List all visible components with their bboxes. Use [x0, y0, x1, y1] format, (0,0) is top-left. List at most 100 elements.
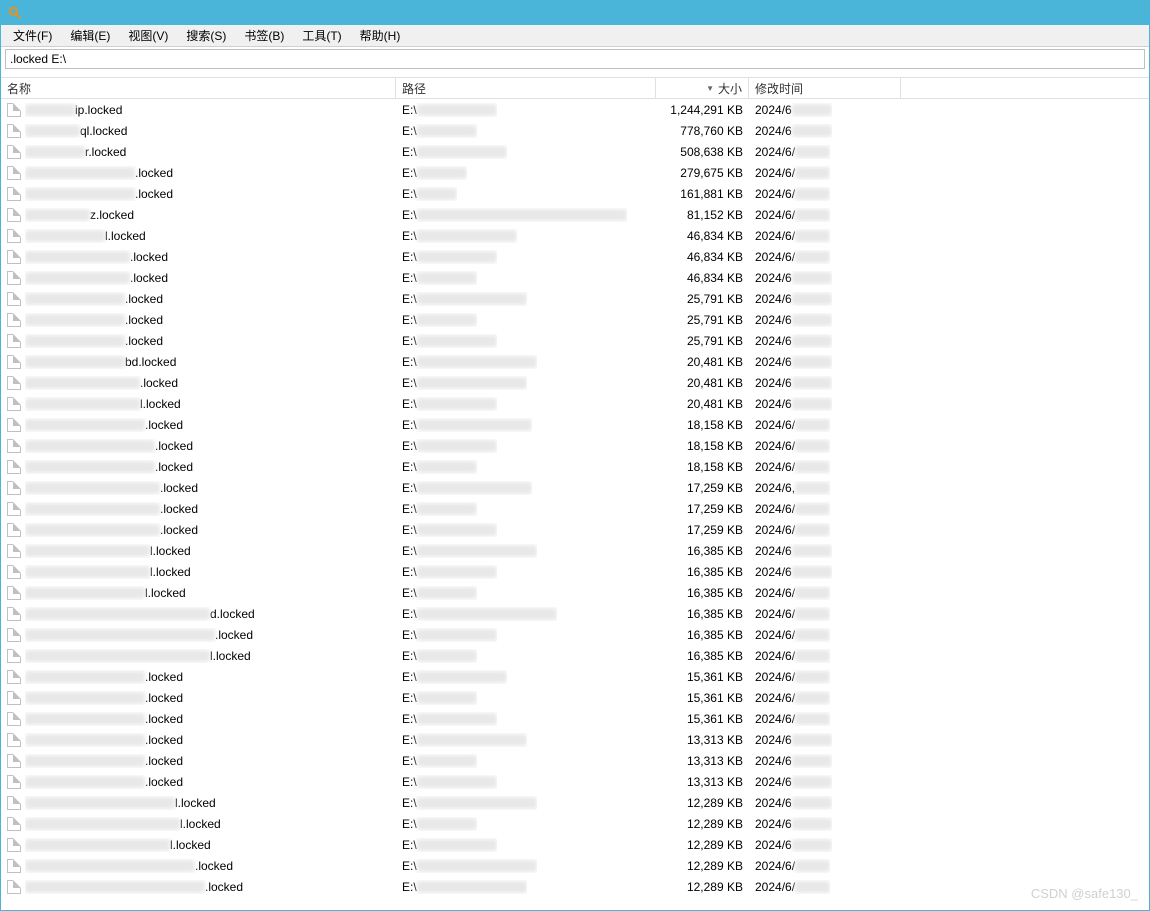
- cell-name: .locked: [1, 729, 396, 750]
- redacted-name: [25, 104, 75, 116]
- table-row[interactable]: .lockedE:\18,158 KB2024/6/: [1, 456, 1149, 477]
- table-row[interactable]: .lockedE:\46,834 KB2024/6/: [1, 246, 1149, 267]
- cell-size: 16,385 KB: [656, 561, 749, 582]
- menu-help[interactable]: 帮助(H): [352, 25, 409, 46]
- filename-suffix: .locked: [140, 376, 178, 390]
- path-prefix: E:\: [402, 124, 417, 138]
- redacted-date: [795, 440, 830, 452]
- search-input[interactable]: [10, 52, 1140, 66]
- table-row[interactable]: .lockedE:\15,361 KB2024/6/: [1, 666, 1149, 687]
- redacted-name: [25, 692, 145, 704]
- redacted-path: [417, 755, 477, 767]
- redacted-path: [417, 293, 527, 305]
- table-row[interactable]: .lockedE:\25,791 KB2024/6: [1, 288, 1149, 309]
- menu-view[interactable]: 视图(V): [120, 25, 176, 46]
- menu-edit[interactable]: 编辑(E): [62, 25, 118, 46]
- table-row[interactable]: .lockedE:\25,791 KB2024/6: [1, 309, 1149, 330]
- cell-size: 18,158 KB: [656, 456, 749, 477]
- table-row[interactable]: l.lockedE:\46,834 KB2024/6/: [1, 225, 1149, 246]
- redacted-name: [25, 503, 160, 515]
- table-row[interactable]: .lockedE:\161,881 KB2024/6/: [1, 183, 1149, 204]
- results-list[interactable]: ip.lockedE:\1,244,291 KB2024/6ql.lockedE…: [1, 99, 1149, 910]
- path-prefix: E:\: [402, 460, 417, 474]
- menu-bookmarks[interactable]: 书签(B): [236, 25, 292, 46]
- path-prefix: E:\: [402, 376, 417, 390]
- filename-suffix: l.locked: [140, 397, 181, 411]
- path-prefix: E:\: [402, 481, 417, 495]
- cell-path: E:\: [396, 771, 656, 792]
- redacted-path: [417, 230, 517, 242]
- table-row[interactable]: l.lockedE:\16,385 KB2024/6: [1, 561, 1149, 582]
- column-header-date[interactable]: 修改时间: [749, 78, 901, 98]
- table-row[interactable]: .lockedE:\12,289 KB2024/6/: [1, 876, 1149, 897]
- search-bar[interactable]: [5, 49, 1145, 69]
- cell-path: E:\: [396, 645, 656, 666]
- table-row[interactable]: ip.lockedE:\1,244,291 KB2024/6: [1, 99, 1149, 120]
- column-header-size[interactable]: ▼ 大小: [656, 78, 749, 98]
- cell-path: E:\: [396, 435, 656, 456]
- table-row[interactable]: l.lockedE:\12,289 KB2024/6: [1, 813, 1149, 834]
- table-row[interactable]: bd.lockedE:\20,481 KB2024/6: [1, 351, 1149, 372]
- cell-date: 2024/6/: [749, 519, 901, 540]
- cell-date: 2024/6/: [749, 708, 901, 729]
- titlebar[interactable]: [1, 1, 1149, 25]
- table-row[interactable]: .lockedE:\13,313 KB2024/6: [1, 771, 1149, 792]
- cell-size: 20,481 KB: [656, 372, 749, 393]
- table-row[interactable]: .lockedE:\15,361 KB2024/6/: [1, 708, 1149, 729]
- redacted-date: [792, 734, 832, 746]
- cell-path: E:\: [396, 330, 656, 351]
- table-row[interactable]: l.lockedE:\16,385 KB2024/6/: [1, 582, 1149, 603]
- menu-search[interactable]: 搜索(S): [178, 25, 234, 46]
- table-row[interactable]: .lockedE:\25,791 KB2024/6: [1, 330, 1149, 351]
- table-row[interactable]: .lockedE:\16,385 KB2024/6/: [1, 624, 1149, 645]
- table-row[interactable]: l.lockedE:\16,385 KB2024/6/: [1, 645, 1149, 666]
- date-prefix: 2024/6: [755, 292, 792, 306]
- table-row[interactable]: l.lockedE:\20,481 KB2024/6: [1, 393, 1149, 414]
- cell-name: d.locked: [1, 603, 396, 624]
- redacted-path: [417, 692, 477, 704]
- table-row[interactable]: l.lockedE:\12,289 KB2024/6: [1, 792, 1149, 813]
- table-row[interactable]: .lockedE:\17,259 KB2024/6/: [1, 519, 1149, 540]
- filename-suffix: l.locked: [105, 229, 146, 243]
- table-row[interactable]: d.lockedE:\16,385 KB2024/6/: [1, 603, 1149, 624]
- filename-suffix: .locked: [155, 439, 193, 453]
- table-row[interactable]: z.lockedE:\81,152 KB2024/6/: [1, 204, 1149, 225]
- cell-date: 2024/6: [749, 561, 901, 582]
- table-row[interactable]: .lockedE:\15,361 KB2024/6/: [1, 687, 1149, 708]
- table-row[interactable]: .lockedE:\13,313 KB2024/6: [1, 750, 1149, 771]
- redacted-date: [792, 377, 832, 389]
- table-row[interactable]: .lockedE:\46,834 KB2024/6: [1, 267, 1149, 288]
- redacted-path: [417, 608, 557, 620]
- cell-date: 2024/6/: [749, 582, 901, 603]
- cell-size: 13,313 KB: [656, 750, 749, 771]
- column-headers: 名称 路径 ▼ 大小 修改时间: [1, 77, 1149, 99]
- column-header-name[interactable]: 名称: [1, 78, 396, 98]
- table-row[interactable]: l.lockedE:\16,385 KB2024/6: [1, 540, 1149, 561]
- table-row[interactable]: .lockedE:\17,259 KB2024/6/: [1, 498, 1149, 519]
- menubar: 文件(F) 编辑(E) 视图(V) 搜索(S) 书签(B) 工具(T) 帮助(H…: [1, 25, 1149, 47]
- redacted-name: [25, 335, 125, 347]
- table-row[interactable]: .lockedE:\20,481 KB2024/6: [1, 372, 1149, 393]
- cell-name: .locked: [1, 456, 396, 477]
- table-row[interactable]: .lockedE:\18,158 KB2024/6/: [1, 414, 1149, 435]
- redacted-path: [417, 146, 507, 158]
- table-row[interactable]: ql.lockedE:\778,760 KB2024/6: [1, 120, 1149, 141]
- cell-size: 25,791 KB: [656, 309, 749, 330]
- cell-path: E:\: [396, 855, 656, 876]
- table-row[interactable]: .lockedE:\13,313 KB2024/6: [1, 729, 1149, 750]
- table-row[interactable]: .lockedE:\12,289 KB2024/6/: [1, 855, 1149, 876]
- cell-date: 2024/6: [749, 330, 901, 351]
- table-row[interactable]: .lockedE:\17,259 KB2024/6,: [1, 477, 1149, 498]
- table-row[interactable]: .lockedE:\279,675 KB2024/6/: [1, 162, 1149, 183]
- cell-path: E:\: [396, 183, 656, 204]
- table-row[interactable]: l.lockedE:\12,289 KB2024/6: [1, 834, 1149, 855]
- table-row[interactable]: .lockedE:\18,158 KB2024/6/: [1, 435, 1149, 456]
- filename-suffix: .locked: [145, 691, 183, 705]
- menu-file[interactable]: 文件(F): [5, 25, 60, 46]
- column-header-path[interactable]: 路径: [396, 78, 656, 98]
- date-prefix: 2024/6: [755, 355, 792, 369]
- table-row[interactable]: r.lockedE:\508,638 KB2024/6/: [1, 141, 1149, 162]
- cell-date: 2024/6: [749, 120, 901, 141]
- menu-tools[interactable]: 工具(T): [294, 25, 349, 46]
- redacted-date: [795, 713, 830, 725]
